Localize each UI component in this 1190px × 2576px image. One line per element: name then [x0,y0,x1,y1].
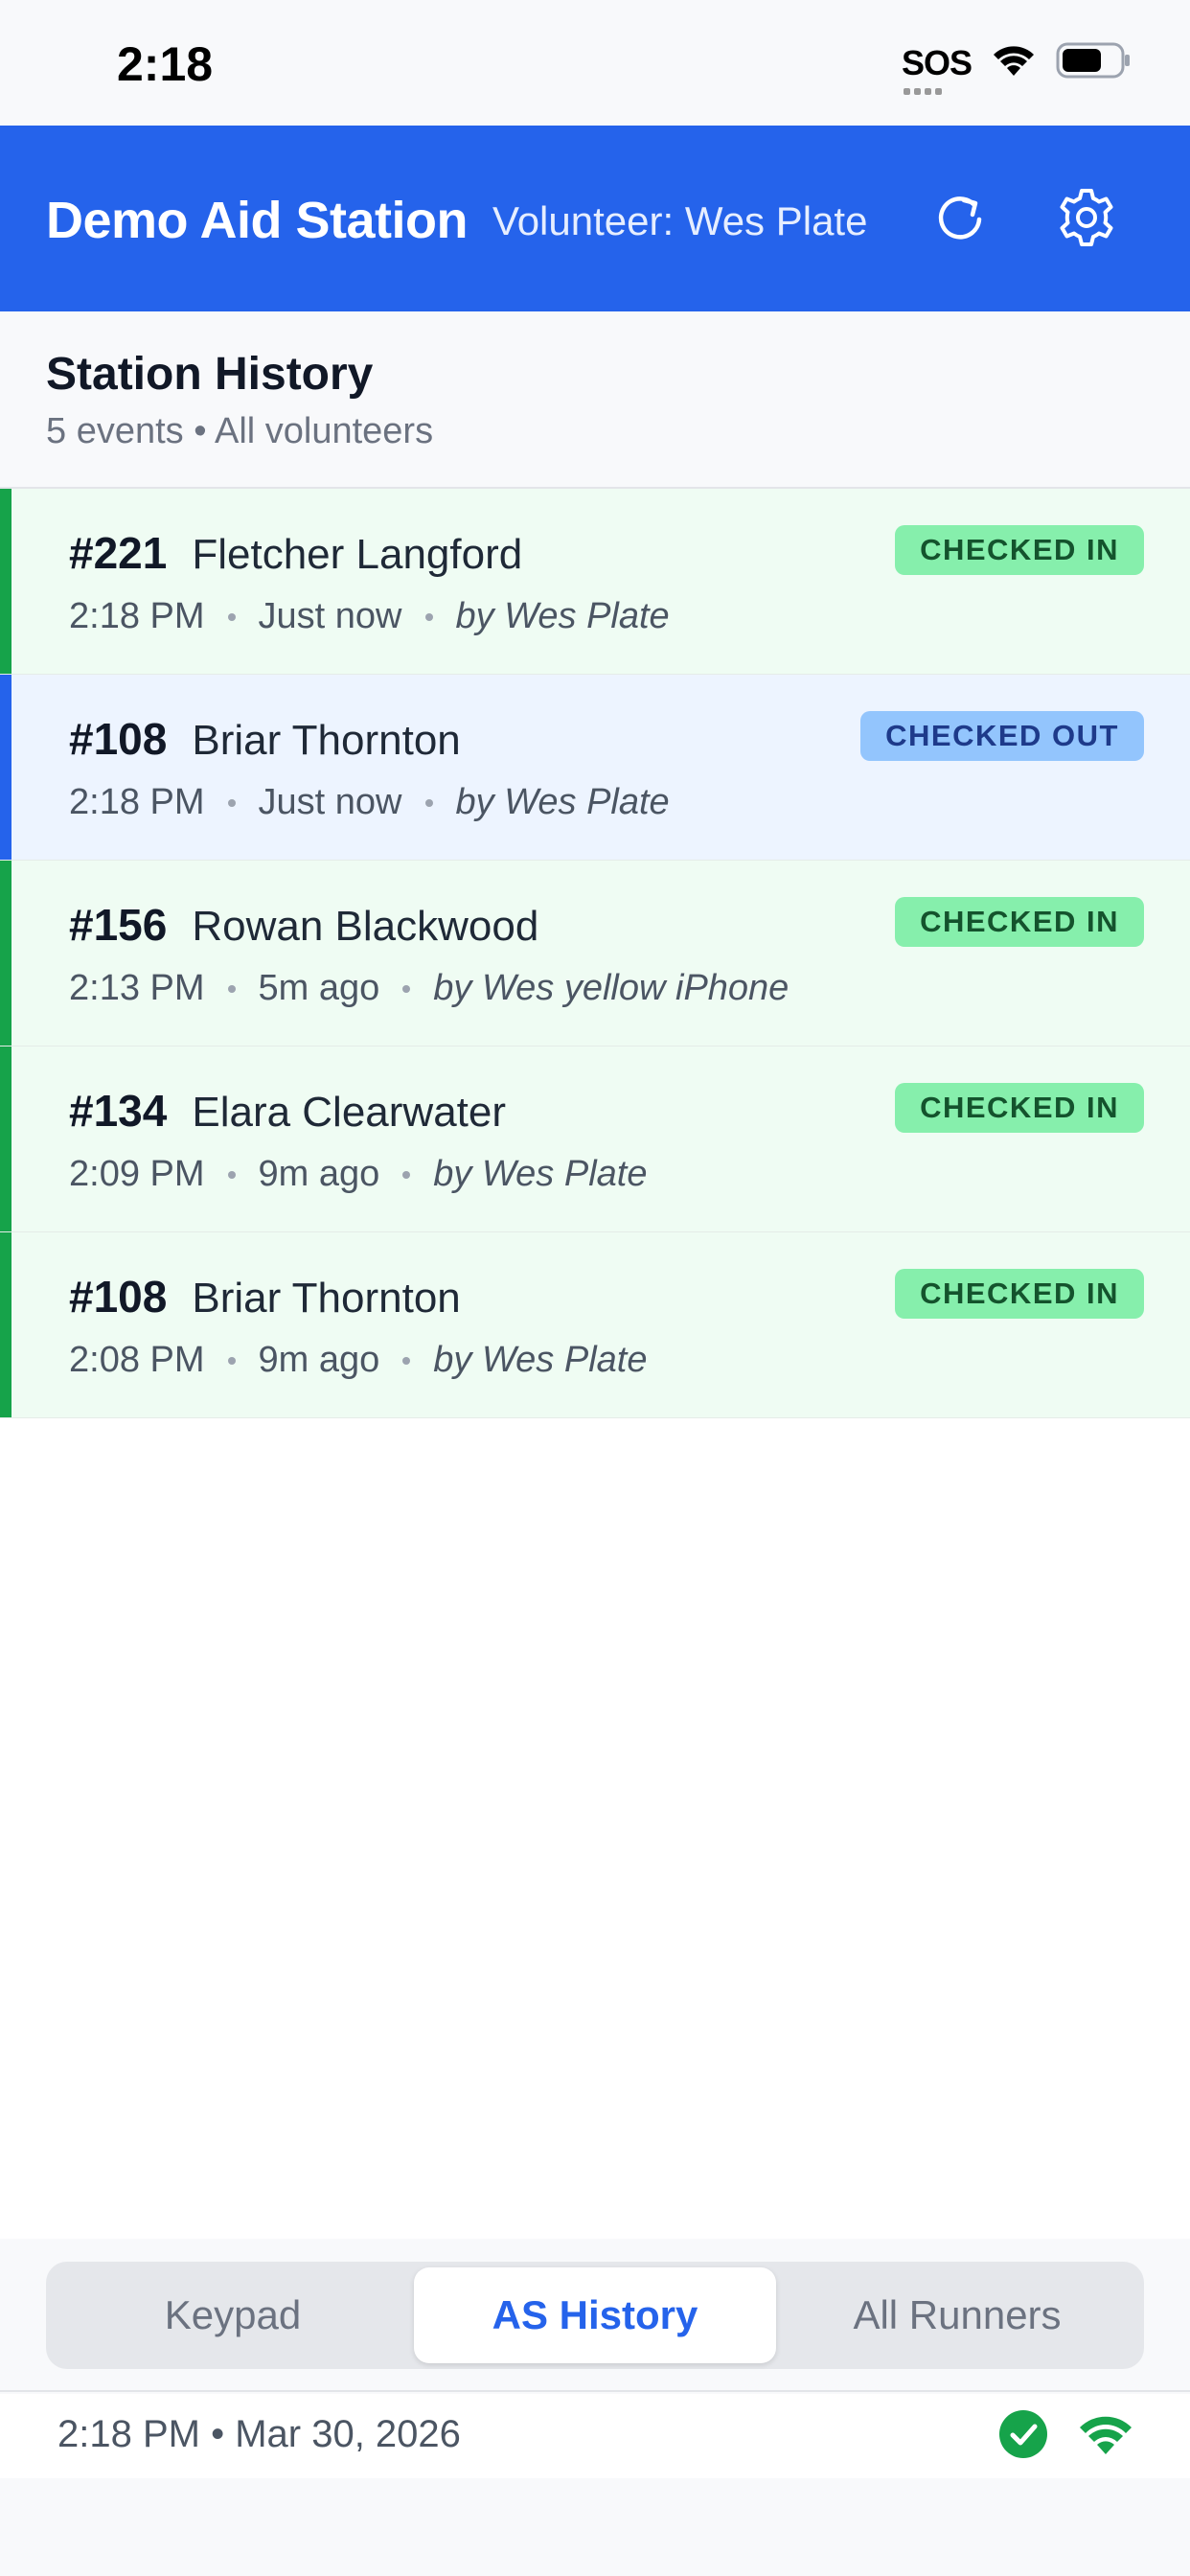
event-row[interactable]: #156 Rowan Blackwood 2:13 PM 5m ago by W… [0,861,1190,1046]
sos-indicator: SOS [901,42,973,95]
battery-icon [1056,42,1133,83]
event-time: 2:13 PM [69,968,205,1008]
event-by: by Wes Plate [433,1340,648,1380]
separator-dot [227,1170,236,1179]
event-by: by Wes Plate [433,1154,648,1194]
separator-dot [227,612,236,621]
event-ago: 9m ago [258,1340,380,1380]
runner-name: Elara Clearwater [192,1089,507,1136]
bib-number: #108 [69,714,168,764]
event-time: 2:18 PM [69,782,205,822]
settings-button[interactable] [1052,185,1121,254]
status-time: 2:18 [117,37,214,91]
runner-name: Briar Thornton [192,1275,461,1322]
status-footer: 2:18 PM • Mar 30, 2026 [0,2394,1190,2478]
wifi-connected-icon [1077,2412,1134,2461]
status-accent-bar [0,1232,11,1417]
event-list: #221 Fletcher Langford 2:18 PM Just now … [0,489,1190,1418]
segmented-control: Keypad AS History All Runners [46,2262,1144,2369]
event-row[interactable]: #221 Fletcher Langford 2:18 PM Just now … [0,489,1190,675]
separator-dot [227,984,236,993]
list-empty-space [0,1418,1190,2239]
runner-name: Fletcher Langford [192,531,523,578]
status-accent-bar [0,861,11,1046]
separator-dot [402,1356,411,1365]
runner-name: Briar Thornton [192,717,461,764]
refresh-button[interactable] [926,185,995,254]
app-title: Demo Aid Station [46,192,469,249]
status-accent-bar [0,489,11,674]
tab-all-runners[interactable]: All Runners [776,2267,1138,2363]
tab-as-history[interactable]: AS History [414,2267,776,2363]
footer-icons [998,2409,1134,2464]
status-accent-bar [0,1046,11,1231]
status-accent-bar [0,675,11,860]
wifi-icon [991,43,1037,82]
event-time: 2:18 PM [69,596,205,636]
gear-icon [1055,186,1118,254]
event-row[interactable]: #134 Elara Clearwater 2:09 PM 9m ago by … [0,1046,1190,1232]
event-by: by Wes Plate [455,782,670,822]
home-indicator-area [0,2478,1190,2576]
event-by: by Wes yellow iPhone [433,968,790,1008]
footer-datetime: 2:18 PM • Mar 30, 2026 [57,2413,461,2455]
status-badge: CHECKED IN [895,1083,1144,1133]
sync-ok-check-icon [998,2409,1048,2464]
bib-number: #221 [69,528,168,578]
app-screen: 2:18 SOS Demo Aid Station Volunteer: Wes… [0,0,1190,2576]
volunteer-label: Volunteer: Wes Plate [492,198,868,243]
status-icons: SOS [901,42,1133,95]
event-time: 2:08 PM [69,1340,205,1380]
event-ago: 5m ago [258,968,380,1008]
separator-dot [424,612,433,621]
separator-dot [402,1170,411,1179]
status-bar: 2:18 SOS [0,0,1190,126]
event-ago: Just now [258,782,402,822]
bib-number: #156 [69,900,168,950]
status-badge: CHECKED IN [895,897,1144,947]
event-time: 2:09 PM [69,1154,205,1194]
sos-label: SOS [901,42,973,82]
section-subtitle: 5 events • All volunteers [46,411,434,451]
event-ago: 9m ago [258,1154,380,1194]
section-title: Station History [46,349,374,400]
status-badge: CHECKED OUT [860,711,1144,761]
app-header: Demo Aid Station Volunteer: Wes Plate [0,126,1190,311]
tab-keypad[interactable]: Keypad [52,2267,414,2363]
runner-name: Rowan Blackwood [192,903,539,950]
separator-dot [402,984,411,993]
separator-dot [424,798,433,807]
event-row[interactable]: #108 Briar Thornton 2:18 PM Just now by … [0,675,1190,861]
separator-dot [227,798,236,807]
event-by: by Wes Plate [455,596,670,636]
separator-dot [227,1356,236,1365]
refresh-icon [931,189,989,251]
event-ago: Just now [258,596,402,636]
status-badge: CHECKED IN [895,525,1144,575]
bib-number: #134 [69,1086,168,1136]
tab-bar: Keypad AS History All Runners [0,2239,1190,2392]
event-row[interactable]: #108 Briar Thornton 2:08 PM 9m ago by We… [0,1232,1190,1418]
station-history-header: Station History 5 events • All volunteer… [0,311,1190,489]
status-badge: CHECKED IN [895,1269,1144,1319]
bib-number: #108 [69,1272,168,1322]
